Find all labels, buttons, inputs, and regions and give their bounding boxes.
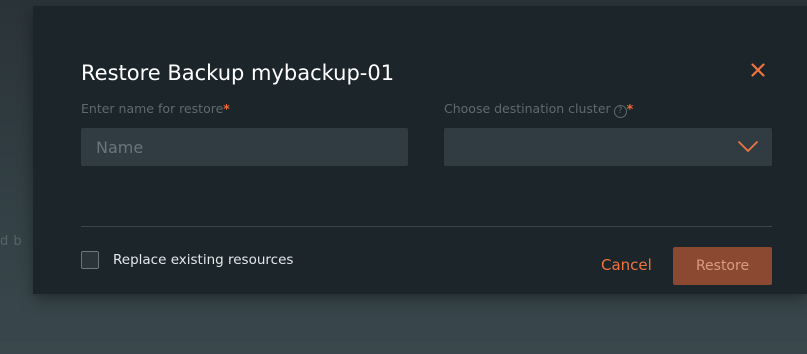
destination-cluster-label-text: Choose destination cluster [444, 101, 611, 116]
close-button[interactable] [746, 58, 770, 82]
replace-existing-resources-checkbox[interactable] [81, 251, 99, 269]
footer-divider [81, 226, 772, 227]
destination-cluster-label: Choose destination cluster? * [444, 101, 633, 118]
restore-name-input[interactable] [81, 128, 408, 166]
required-asterisk: * [223, 101, 230, 116]
dialog-title: Restore Backup mybackup-01 [81, 61, 395, 85]
chevron-down-icon [738, 141, 758, 152]
restore-name-label: Enter name for restore* [81, 101, 230, 116]
destination-cluster-select[interactable] [444, 128, 772, 166]
replace-existing-resources-label[interactable]: Replace existing resources [113, 252, 293, 268]
restore-button[interactable]: Restore [673, 247, 772, 285]
question-circle-icon[interactable]: ? [613, 105, 627, 118]
restore-backup-dialog: Restore Backup mybackup-01 Enter name fo… [33, 6, 807, 294]
cancel-button[interactable]: Cancel [601, 256, 652, 274]
required-asterisk: * [626, 101, 634, 116]
close-icon [751, 63, 765, 77]
background-partial-text: d b [0, 234, 23, 249]
restore-name-label-text: Enter name for restore [81, 101, 224, 116]
background-band [0, 296, 807, 342]
